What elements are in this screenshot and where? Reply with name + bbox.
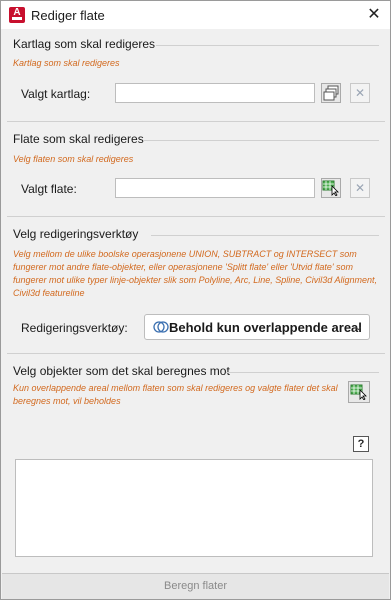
pick-surface-button[interactable] [321, 178, 341, 198]
section-tool-hint: Velg mellom de ulike boolske operasjonen… [13, 249, 377, 298]
close-button[interactable]: ✕ [364, 5, 384, 25]
help-button[interactable]: ? [353, 436, 369, 452]
clear-layer-button[interactable]: ✕ [350, 83, 370, 103]
select-grid-cursor-icon [322, 180, 339, 196]
chevron-down-icon: ⌄ [353, 321, 363, 333]
section-divider [226, 372, 379, 373]
surface-field-label: Valgt flate: [21, 182, 77, 196]
dialog-window: A Rediger flate ✕ Kartlag som skal redig… [0, 0, 391, 600]
section-divider [7, 216, 385, 217]
section-divider [7, 121, 385, 122]
intersect-icon [153, 321, 169, 333]
pick-objects-button[interactable] [348, 381, 370, 403]
section-divider [143, 140, 379, 141]
section-tool-title: Velg redigeringsverktøy [13, 227, 139, 241]
layers-icon [323, 85, 339, 101]
window-title: Rediger flate [31, 8, 105, 23]
section-layer-hint: Kartlag som skal redigeres [13, 58, 120, 68]
title-bar[interactable]: A Rediger flate ✕ [1, 1, 390, 29]
layer-field[interactable] [115, 83, 315, 103]
section-divider [156, 45, 379, 46]
app-logo-icon: A [9, 7, 25, 23]
layer-field-label: Valgt kartlag: [21, 87, 91, 101]
select-grid-cursor-icon [350, 384, 367, 400]
section-surface-title: Flate som skal redigeres [13, 132, 144, 146]
tool-field-label: Redigeringsverktøy: [21, 321, 128, 335]
surface-field[interactable] [115, 178, 315, 198]
objects-list[interactable] [15, 459, 373, 557]
tool-dropdown[interactable]: Behold kun overlappende areal ⌄ [144, 314, 370, 340]
section-objects-title: Velg objekter som det skal beregnes mot [13, 364, 230, 378]
pick-layer-button[interactable] [321, 83, 341, 103]
clear-surface-button[interactable]: ✕ [350, 178, 370, 198]
calculate-button[interactable]: Beregn flater [2, 573, 389, 599]
section-divider [151, 235, 379, 236]
section-layer-title: Kartlag som skal redigeres [13, 37, 156, 51]
section-objects-hint: Kun overlappende areal mellom flaten som… [13, 383, 338, 406]
section-surface-hint: Velg flaten som skal redigeres [13, 154, 134, 164]
tool-dropdown-value: Behold kun overlappende areal [169, 320, 362, 335]
section-divider [7, 353, 385, 354]
